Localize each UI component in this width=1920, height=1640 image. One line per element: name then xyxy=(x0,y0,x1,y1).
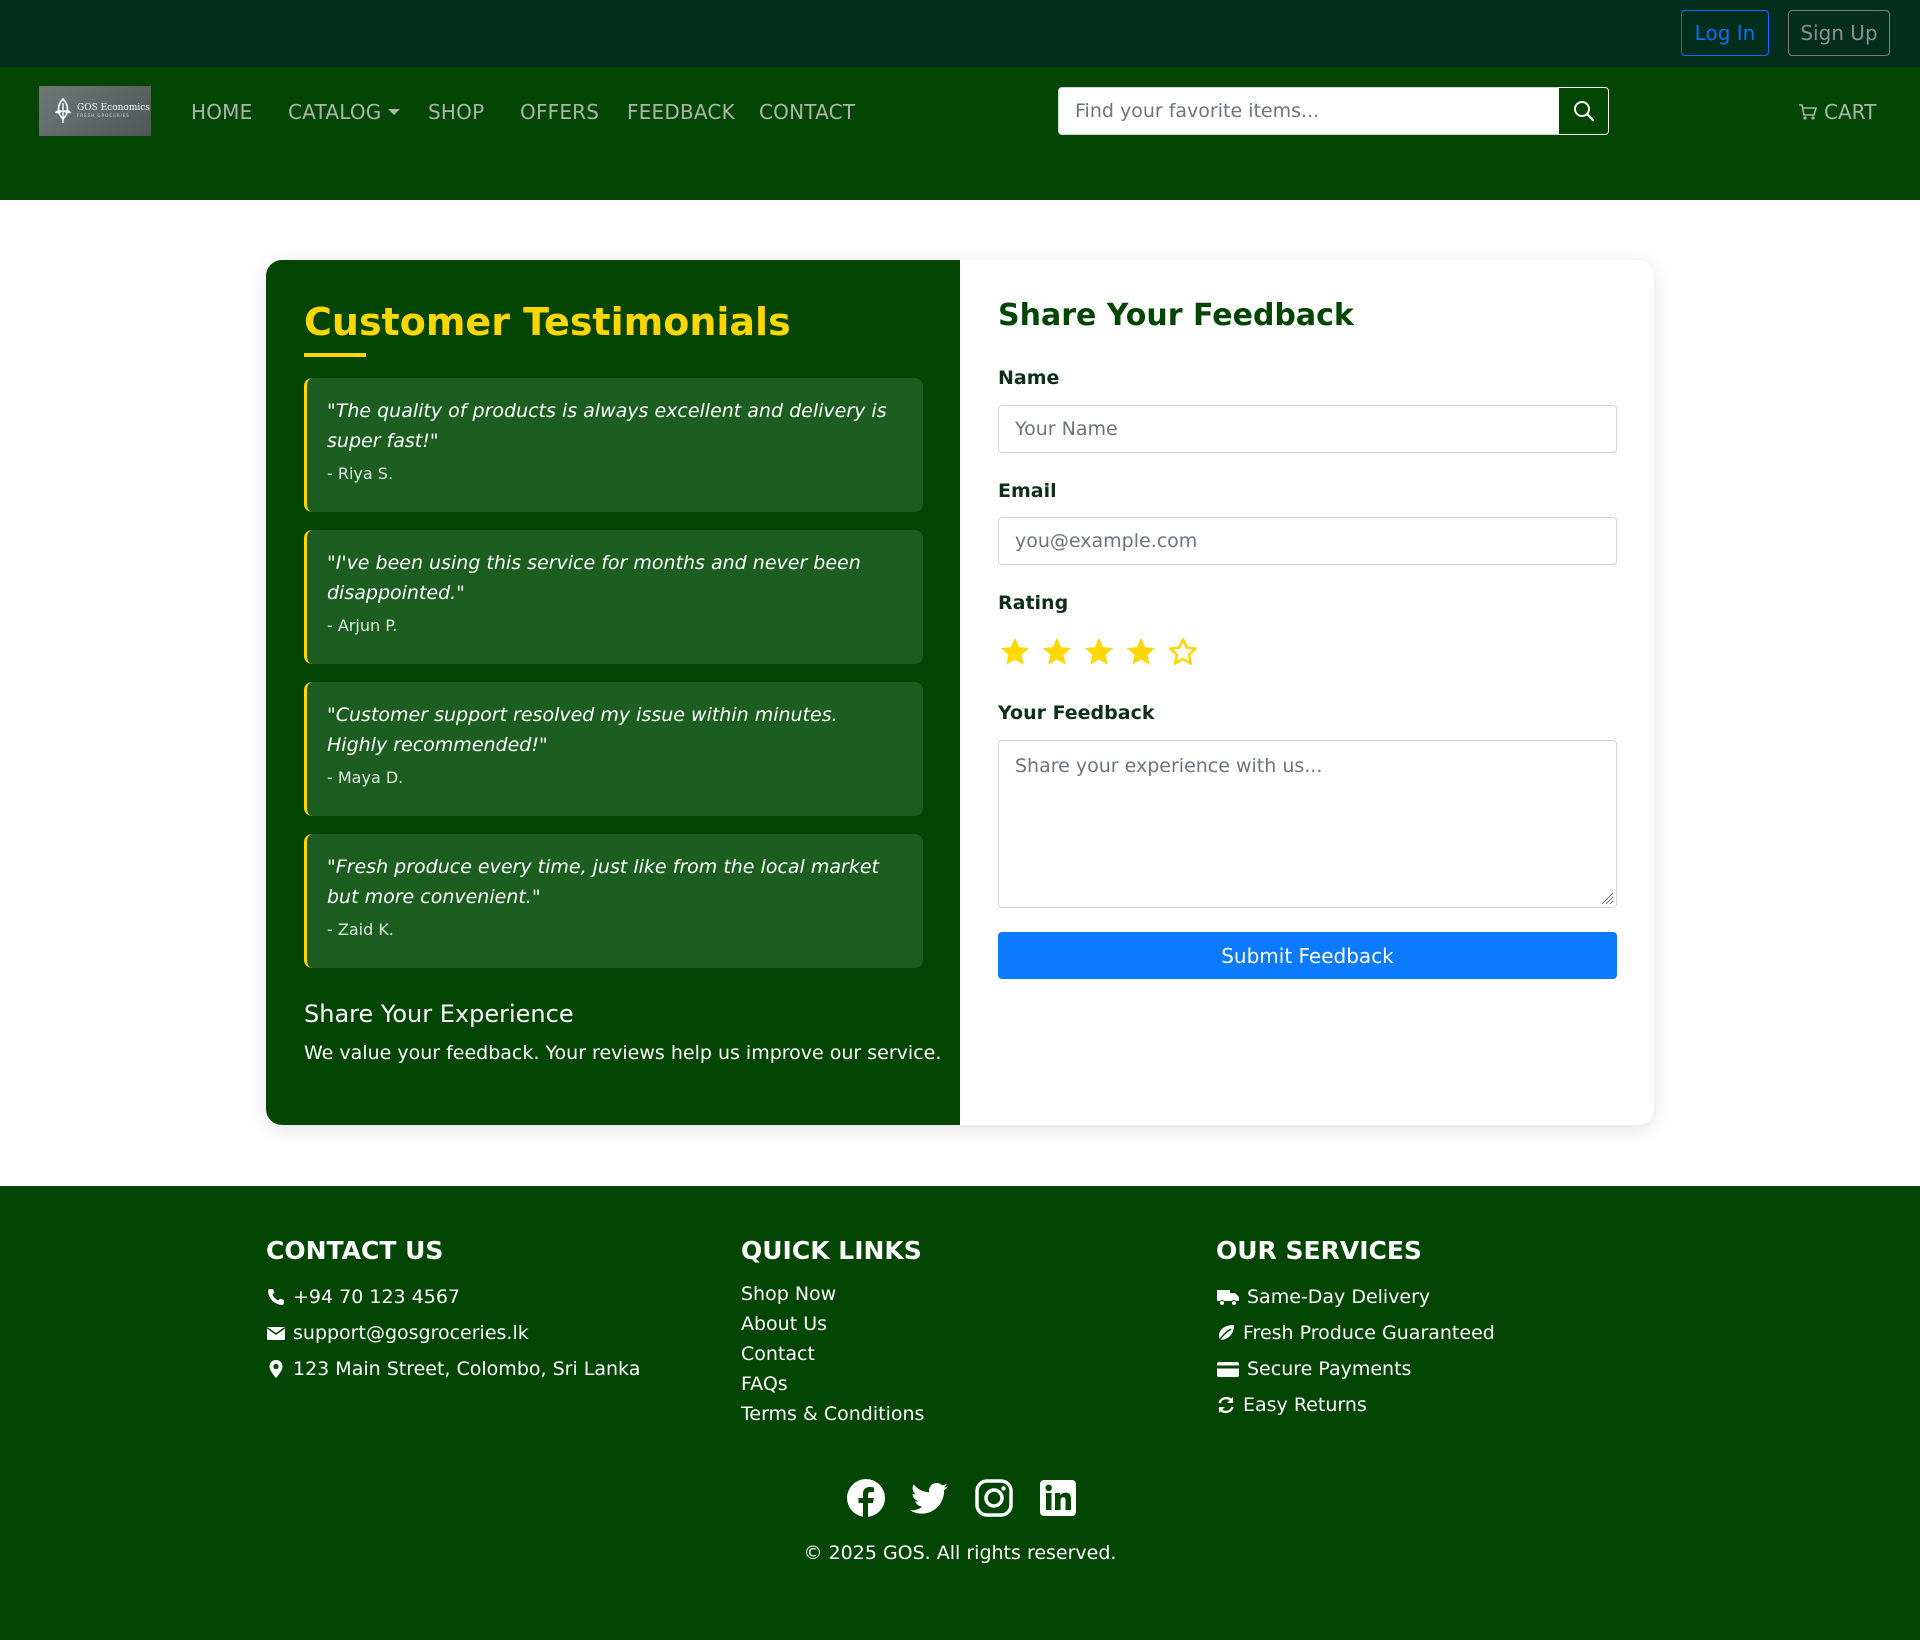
site-footer: CONTACT US +94 70 123 4567 support@gosgr… xyxy=(0,1186,1920,1640)
footer-link-shop-now[interactable]: Shop Now xyxy=(741,1279,924,1309)
nav-catalog-label: CATALOG xyxy=(288,100,382,124)
search-input[interactable]: Find your favorite items... xyxy=(1058,87,1559,135)
testimonial-card: "Fresh produce every time, just like fro… xyxy=(304,834,923,968)
footer-contact-heading: CONTACT US xyxy=(266,1236,444,1265)
twitter-icon[interactable] xyxy=(910,1478,950,1518)
testimonials-title: Customer Testimonials xyxy=(304,300,791,344)
testimonial-quote: "The quality of products is always excel… xyxy=(327,400,887,452)
main-navbar: GOS Economics FRESH GROCERIES HOME CATAL… xyxy=(0,67,1920,200)
testimonial-card: "I've been using this service for months… xyxy=(304,530,923,664)
service-item: Easy Returns xyxy=(1216,1387,1495,1423)
service-label: Secure Payments xyxy=(1247,1358,1412,1380)
cart-link[interactable]: CART xyxy=(1798,100,1876,124)
footer-link-faqs[interactable]: FAQs xyxy=(741,1369,924,1399)
phone-icon xyxy=(268,1289,284,1305)
testimonial-author: - Maya D. xyxy=(327,768,404,787)
signup-button[interactable]: Sign Up xyxy=(1788,10,1890,56)
logo-subtext: FRESH GROCERIES xyxy=(77,113,130,118)
testimonial-quote: "Customer support resolved my issue with… xyxy=(327,704,838,756)
testimonial-card: "The quality of products is always excel… xyxy=(304,378,923,512)
email-label: Email xyxy=(998,480,1057,502)
nav-catalog[interactable]: CATALOG xyxy=(288,100,400,124)
envelope-icon xyxy=(267,1327,285,1340)
rating-stars[interactable] xyxy=(998,635,1200,669)
footer-address: 123 Main Street, Colombo, Sri Lanka xyxy=(266,1351,640,1387)
feedback-placeholder: Share your experience with us... xyxy=(1015,755,1323,777)
refresh-icon xyxy=(1218,1396,1234,1414)
nav-home[interactable]: HOME xyxy=(191,100,252,124)
testimonial-quote: "Fresh produce every time, just like fro… xyxy=(327,856,879,908)
star-filled-icon[interactable] xyxy=(1040,635,1074,669)
experience-text: We value your feedback. Your reviews hel… xyxy=(304,1042,942,1064)
feedback-label: Your Feedback xyxy=(998,702,1155,724)
cart-icon xyxy=(1799,104,1818,120)
service-label: Same-Day Delivery xyxy=(1247,1286,1431,1308)
testimonial-quote: "I've been using this service for months… xyxy=(327,552,861,604)
footer-quick-links: QUICK LINKS Shop Now About Us Contact FA… xyxy=(741,1236,924,1429)
nav-feedback[interactable]: FEEDBACK xyxy=(627,100,735,124)
leaf-logo-icon xyxy=(55,97,71,123)
footer-email-text: support@gosgroceries.lk xyxy=(293,1322,529,1344)
experience-title: Share Your Experience xyxy=(304,1000,574,1028)
star-filled-icon[interactable] xyxy=(998,635,1032,669)
testimonial-author: - Zaid K. xyxy=(327,920,394,939)
search-icon xyxy=(1573,101,1594,122)
nav-contact[interactable]: CONTACT xyxy=(759,100,855,124)
rating-label: Rating xyxy=(998,592,1069,614)
cart-label: CART xyxy=(1824,100,1877,124)
footer-link-contact[interactable]: Contact xyxy=(741,1339,924,1369)
feedback-form-title: Share Your Feedback xyxy=(998,298,1354,333)
footer-link-terms[interactable]: Terms & Conditions xyxy=(741,1399,924,1429)
footer-phone-text: +94 70 123 4567 xyxy=(293,1286,461,1308)
map-pin-icon xyxy=(269,1360,283,1378)
brand-logo[interactable]: GOS Economics FRESH GROCERIES xyxy=(39,86,151,136)
truck-icon xyxy=(1217,1290,1239,1306)
top-bar: Log In Sign Up xyxy=(0,0,1920,67)
social-links xyxy=(846,1478,1078,1518)
copyright-text: © 2025 GOS. All rights reserved. xyxy=(803,1542,1117,1564)
submit-feedback-button[interactable]: Submit Feedback xyxy=(998,932,1617,979)
footer-services: OUR SERVICES Same-Day Delivery Fresh Pro… xyxy=(1216,1236,1495,1423)
service-item: Secure Payments xyxy=(1216,1351,1495,1387)
feedback-card: Customer Testimonials "The quality of pr… xyxy=(266,260,1654,1125)
title-underline xyxy=(304,353,366,357)
testimonial-author: - Arjun P. xyxy=(327,616,398,635)
footer-services-heading: OUR SERVICES xyxy=(1216,1236,1422,1265)
resize-handle-icon[interactable] xyxy=(1600,891,1614,905)
service-item: Same-Day Delivery xyxy=(1216,1279,1495,1315)
credit-card-icon xyxy=(1217,1362,1239,1377)
star-empty-icon[interactable] xyxy=(1166,635,1200,669)
instagram-icon[interactable] xyxy=(974,1478,1014,1518)
search-button[interactable] xyxy=(1558,87,1609,135)
star-filled-icon[interactable] xyxy=(1124,635,1158,669)
nav-shop[interactable]: SHOP xyxy=(428,100,484,124)
nav-offers[interactable]: OFFERS xyxy=(520,100,599,124)
footer-link-about-us[interactable]: About Us xyxy=(741,1309,924,1339)
testimonial-card: "Customer support resolved my issue with… xyxy=(304,682,923,816)
footer-email[interactable]: support@gosgroceries.lk xyxy=(266,1315,640,1351)
linkedin-icon[interactable] xyxy=(1038,1478,1078,1518)
logo-text: GOS Economics xyxy=(77,103,150,113)
feedback-form: Share Your Feedback Name Your Name Email… xyxy=(960,260,1654,1125)
login-button[interactable]: Log In xyxy=(1681,10,1769,56)
email-field[interactable]: you@example.com xyxy=(998,517,1617,565)
footer-address-text: 123 Main Street, Colombo, Sri Lanka xyxy=(293,1358,641,1380)
name-label: Name xyxy=(998,367,1060,389)
leaf-icon xyxy=(1217,1325,1234,1343)
footer-phone[interactable]: +94 70 123 4567 xyxy=(266,1279,640,1315)
testimonials-panel: Customer Testimonials "The quality of pr… xyxy=(266,260,960,1125)
service-label: Fresh Produce Guaranteed xyxy=(1243,1322,1495,1344)
footer-contact: CONTACT US +94 70 123 4567 support@gosgr… xyxy=(266,1236,640,1387)
service-item: Fresh Produce Guaranteed xyxy=(1216,1315,1495,1351)
chevron-down-icon xyxy=(387,109,400,115)
service-label: Easy Returns xyxy=(1243,1394,1367,1416)
facebook-icon[interactable] xyxy=(846,1478,886,1518)
testimonial-author: - Riya S. xyxy=(327,464,394,483)
name-field[interactable]: Your Name xyxy=(998,405,1617,453)
footer-links-heading: QUICK LINKS xyxy=(741,1236,922,1265)
star-filled-icon[interactable] xyxy=(1082,635,1116,669)
feedback-textarea[interactable]: Share your experience with us... xyxy=(998,740,1617,908)
